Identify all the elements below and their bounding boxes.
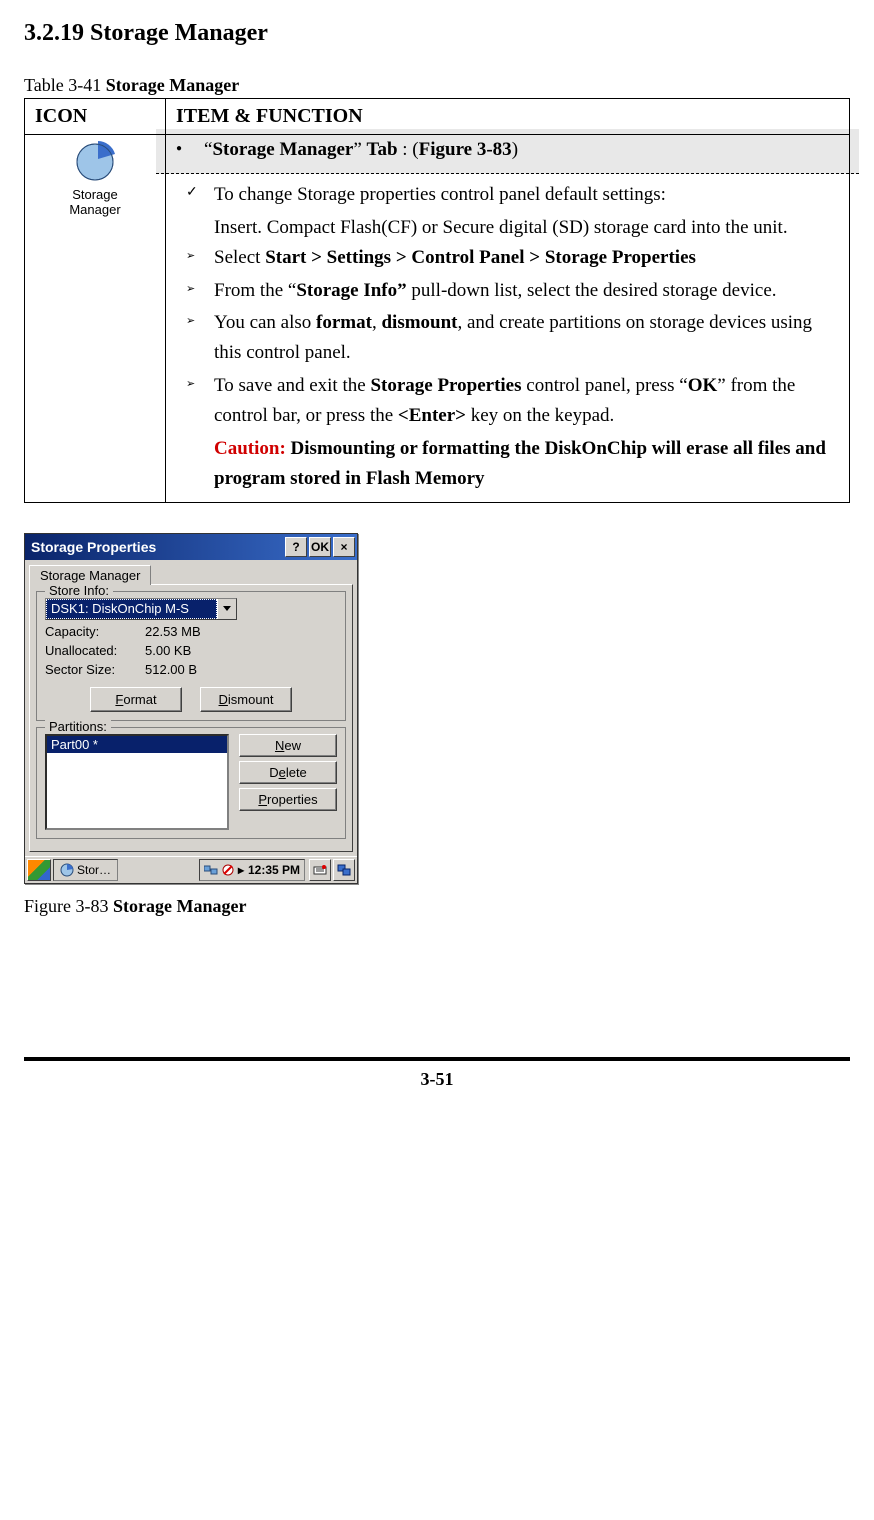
unallocated-label: Unallocated: bbox=[45, 643, 145, 658]
properties-button[interactable]: Properties bbox=[239, 788, 337, 811]
taskbar: Stor… ▸ 12:35 PM bbox=[25, 856, 357, 883]
sector-size-label: Sector Size: bbox=[45, 662, 145, 677]
section-heading: 3.2.19 Storage Manager bbox=[24, 20, 850, 47]
format-button[interactable]: Format bbox=[90, 687, 182, 712]
th-icon: ICON bbox=[25, 99, 166, 135]
caution-rest: Dismounting or formatting the DiskOnChip… bbox=[214, 438, 826, 489]
arrow1-b: Start > Settings > Control Panel > Stora… bbox=[265, 247, 696, 268]
help-button[interactable]: ? bbox=[285, 537, 307, 557]
figure-caption: Figure 3-83 Storage Manager bbox=[24, 896, 850, 917]
start-button[interactable] bbox=[27, 859, 51, 881]
arrow3-a: You can also bbox=[214, 312, 316, 333]
unallocated-value: 5.00 KB bbox=[145, 643, 191, 658]
tab-line: “Storage Manager” Tab : (Figure 3-83) bbox=[156, 129, 859, 174]
new-button[interactable]: New bbox=[239, 734, 337, 757]
tab-colon: : ( bbox=[398, 139, 419, 160]
taskbar-task[interactable]: Stor… bbox=[53, 859, 118, 881]
ok-button[interactable]: OK bbox=[309, 537, 331, 557]
check-subline: Insert. Compact Flash(CF) or Secure digi… bbox=[176, 213, 839, 243]
task-label: Stor… bbox=[77, 863, 111, 877]
icon-label-1: Storage bbox=[35, 187, 155, 202]
tab-bold2: Tab bbox=[367, 139, 398, 160]
task-pie-icon bbox=[60, 863, 74, 877]
tray-chevron-icon: ▸ bbox=[238, 863, 244, 877]
tray-keyboard-icon[interactable] bbox=[309, 859, 331, 881]
tray-disconnect-icon bbox=[222, 864, 234, 876]
tab-panel: Store Info: DSK1: DiskOnChip M-S Capacit… bbox=[29, 584, 353, 852]
arrow3-d: dismount bbox=[381, 312, 457, 333]
system-tray[interactable]: ▸ 12:35 PM bbox=[199, 859, 305, 881]
page-footer: 3-51 bbox=[24, 1057, 850, 1090]
storage-manager-icon bbox=[74, 141, 116, 183]
figure-caption-bold: Storage Manager bbox=[113, 896, 246, 916]
arrow3-b: format bbox=[316, 312, 372, 333]
tab-mid: ” bbox=[353, 139, 366, 160]
arrow2-c: pull-down list, select the desired stora… bbox=[407, 280, 777, 301]
delete-button[interactable]: Delete bbox=[239, 761, 337, 784]
arrow4-c: control panel, press “ bbox=[522, 375, 688, 396]
arrow4-d: OK bbox=[688, 375, 718, 396]
caution-red: Caution: bbox=[214, 438, 286, 459]
tab-storage-manager[interactable]: Storage Manager bbox=[29, 565, 151, 585]
table-caption-prefix: Table 3-41 bbox=[24, 75, 106, 95]
arrow1: Select Start > Settings > Control Panel … bbox=[176, 243, 839, 273]
sector-size-value: 512.00 B bbox=[145, 662, 197, 677]
tray-network-icon bbox=[204, 864, 218, 876]
partition-item[interactable]: Part00 * bbox=[47, 736, 227, 753]
icon-cell: Storage Manager bbox=[25, 135, 166, 503]
arrow4: To save and exit the Storage Properties … bbox=[176, 371, 839, 432]
capacity-value: 22.53 MB bbox=[145, 624, 201, 639]
tray-time: 12:35 PM bbox=[248, 863, 300, 877]
table-caption-bold: Storage Manager bbox=[106, 75, 239, 95]
dismount-button[interactable]: Dismount bbox=[200, 687, 292, 712]
tab-bold3: Figure 3-83 bbox=[419, 139, 512, 160]
arrow3: You can also format, dismount, and creat… bbox=[176, 308, 839, 369]
tab-suffix: ) bbox=[512, 139, 518, 160]
arrow1-a: Select bbox=[214, 247, 265, 268]
arrow4-b: Storage Properties bbox=[370, 375, 521, 396]
arrow4-g: key on the keypad. bbox=[466, 405, 614, 426]
table-caption: Table 3-41 Storage Manager bbox=[24, 75, 850, 96]
icon-label-2: Manager bbox=[35, 202, 155, 217]
window-title: Storage Properties bbox=[31, 539, 283, 555]
format-rest: ormat bbox=[123, 692, 156, 707]
capacity-label: Capacity: bbox=[45, 624, 145, 639]
figure-caption-prefix: Figure 3-83 bbox=[24, 896, 113, 916]
arrow2-a: From the “ bbox=[214, 280, 296, 301]
partitions-legend: Partitions: bbox=[45, 719, 111, 734]
page-number: 3-51 bbox=[421, 1069, 454, 1089]
arrow4-a: To save and exit the bbox=[214, 375, 370, 396]
check-line: To change Storage properties control pan… bbox=[176, 180, 839, 210]
function-cell: “Storage Manager” Tab : (Figure 3-83) To… bbox=[166, 135, 850, 503]
partitions-group: Partitions: Part00 * New Delete Properti… bbox=[36, 727, 346, 839]
tab-bold1: Storage Manager bbox=[212, 139, 353, 160]
caution-line: Caution: Dismounting or formatting the D… bbox=[176, 434, 839, 495]
arrow2-b: Storage Info” bbox=[296, 280, 406, 301]
storage-manager-table: ICON ITEM & FUNCTION Storage Manager “St… bbox=[24, 98, 850, 503]
tab-bullet: “Storage Manager” Tab : (Figure 3-83) bbox=[166, 135, 849, 165]
storage-device-select[interactable]: DSK1: DiskOnChip M-S bbox=[45, 598, 237, 620]
titlebar: Storage Properties ? OK × bbox=[25, 534, 357, 560]
store-info-group: Store Info: DSK1: DiskOnChip M-S Capacit… bbox=[36, 591, 346, 721]
select-value: DSK1: DiskOnChip M-S bbox=[46, 599, 217, 619]
close-button[interactable]: × bbox=[333, 537, 355, 557]
storage-properties-window: Storage Properties ? OK × Storage Manage… bbox=[24, 533, 358, 884]
arrow4-f: <Enter> bbox=[398, 405, 466, 426]
store-info-legend: Store Info: bbox=[45, 583, 113, 598]
partitions-listbox[interactable]: Part00 * bbox=[45, 734, 229, 830]
tray-desktop-icon[interactable] bbox=[333, 859, 355, 881]
dismount-rest: ismount bbox=[228, 692, 274, 707]
arrow2: From the “Storage Info” pull-down list, … bbox=[176, 276, 839, 306]
chevron-down-icon[interactable] bbox=[217, 599, 236, 619]
